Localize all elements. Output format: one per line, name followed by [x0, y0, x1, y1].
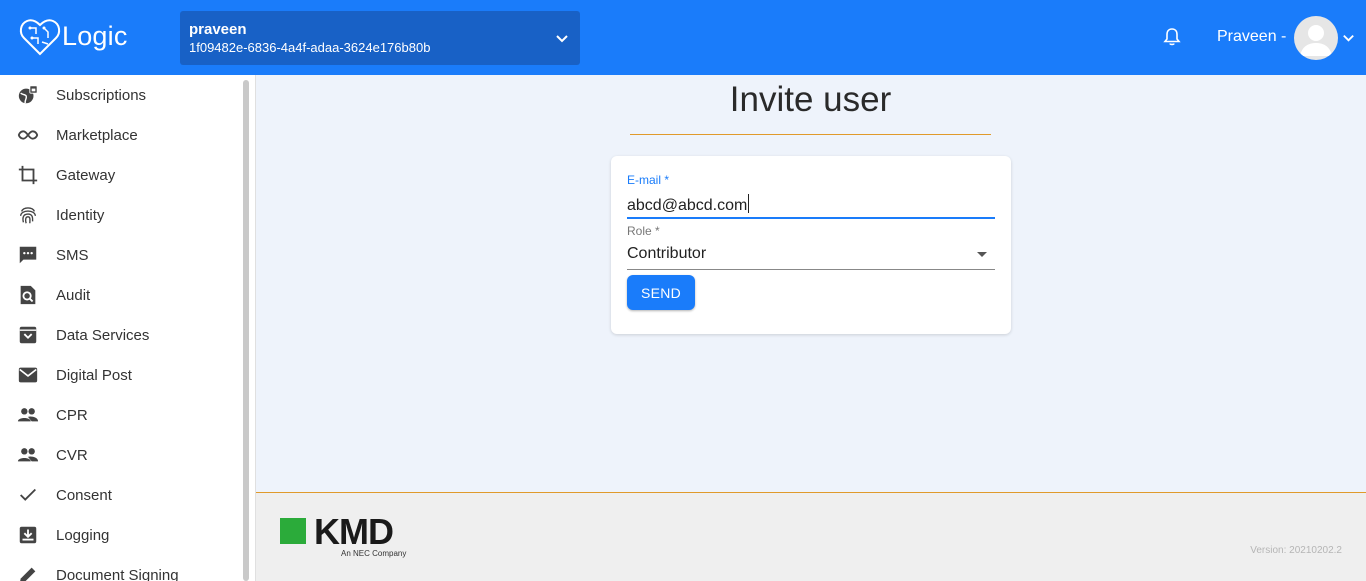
archive-icon — [17, 324, 39, 346]
email-underline — [627, 217, 995, 219]
sidebar-item-label: Identity — [56, 206, 105, 224]
role-select[interactable]: Contributor — [627, 245, 706, 263]
sidebar-item-document-signing[interactable]: Document Signing — [0, 555, 240, 581]
people-icon — [17, 444, 39, 466]
bell-icon[interactable] — [1162, 27, 1182, 47]
sidebar-item-label: Digital Post — [56, 366, 132, 384]
text-caret — [748, 194, 750, 213]
sidebar-item-gateway[interactable]: Gateway — [0, 155, 240, 195]
email-field[interactable]: abcd@abcd.com — [627, 194, 750, 215]
check-icon — [17, 484, 39, 506]
brain-logo-icon — [19, 19, 61, 56]
sidebar-item-identity[interactable]: Identity — [0, 195, 240, 235]
sidebar-item-consent[interactable]: Consent — [0, 475, 240, 515]
sidebar-item-label: CPR — [56, 406, 88, 424]
fingerprint-icon — [17, 204, 39, 226]
dropdown-arrow-icon[interactable] — [977, 252, 987, 257]
sidebar-item-label: Subscriptions — [56, 86, 147, 104]
send-button[interactable]: SEND — [627, 275, 695, 310]
footer: KMD An NEC Company Version: 20210202.2 — [256, 492, 1366, 581]
sidebar-item-cpr[interactable]: CPR — [0, 395, 240, 435]
crop-icon — [17, 164, 39, 186]
sidebar-item-subscriptions[interactable]: Subscriptions — [0, 75, 240, 115]
sidebar-item-label: Document Signing — [56, 566, 179, 581]
sidebar-item-label: Logging — [56, 526, 110, 544]
mail-icon — [17, 364, 39, 386]
chevron-down-icon — [556, 35, 568, 43]
sidebar-item-cvr[interactable]: CVR — [0, 435, 240, 475]
email-label: E-mail * — [627, 173, 670, 187]
sidebar-item-logging[interactable]: Logging — [0, 515, 240, 555]
logo[interactable]: Logic — [18, 12, 128, 60]
tenant-id: 1f09482e-6836-4a4f-adaa-3624e176b80b — [189, 40, 431, 55]
infinity-icon — [17, 124, 39, 146]
version-text: Version: 20210202.2 — [1250, 545, 1342, 556]
download-box-icon — [17, 524, 39, 546]
sidebar-item-label: Marketplace — [56, 126, 138, 144]
sidebar-item-label: Data Services — [56, 326, 150, 344]
people-icon — [17, 404, 39, 426]
subscriptions-icon — [17, 84, 39, 106]
sidebar-item-digital-post[interactable]: Digital Post — [0, 355, 240, 395]
sidebar-scrollbar[interactable] — [243, 80, 249, 581]
audit-search-icon — [17, 284, 39, 306]
email-value: abcd@abcd.com — [627, 197, 748, 214]
sidebar-item-marketplace[interactable]: Marketplace — [0, 115, 240, 155]
sidebar-item-audit[interactable]: Audit — [0, 275, 240, 315]
app-name: Logic — [62, 20, 128, 51]
sidebar: Subscriptions Marketplace Gateway Identi… — [0, 75, 256, 581]
kmd-logo-text: KMD — [314, 511, 394, 552]
sidebar-item-label: SMS — [56, 246, 89, 264]
page-title: Invite user — [729, 80, 892, 119]
sidebar-item-sms[interactable]: SMS — [0, 235, 240, 275]
invite-form-card: E-mail * abcd@abcd.com Role * Contributo… — [611, 156, 1011, 334]
tenant-name: praveen — [189, 21, 247, 38]
sms-icon — [17, 244, 39, 266]
role-underline — [627, 269, 995, 270]
role-label: Role * — [627, 224, 660, 238]
user-name[interactable]: Praveen - — [1217, 28, 1286, 46]
avatar[interactable] — [1294, 16, 1338, 60]
chevron-down-icon[interactable] — [1341, 30, 1356, 45]
user-avatar-icon — [1300, 25, 1332, 56]
sidebar-item-label: Audit — [56, 286, 91, 304]
title-divider — [630, 134, 991, 135]
kmd-logo-square — [280, 518, 306, 544]
sidebar-item-label: CVR — [56, 446, 88, 464]
sidebar-item-label: Gateway — [56, 166, 116, 184]
sidebar-item-label: Consent — [56, 486, 112, 504]
top-bar: Logic praveen 1f09482e-6836-4a4f-adaa-36… — [0, 0, 1366, 75]
pen-icon — [17, 564, 39, 581]
kmd-tagline: An NEC Company — [341, 549, 407, 558]
tenant-selector[interactable]: praveen 1f09482e-6836-4a4f-adaa-3624e176… — [180, 11, 580, 65]
sidebar-item-data-services[interactable]: Data Services — [0, 315, 240, 355]
